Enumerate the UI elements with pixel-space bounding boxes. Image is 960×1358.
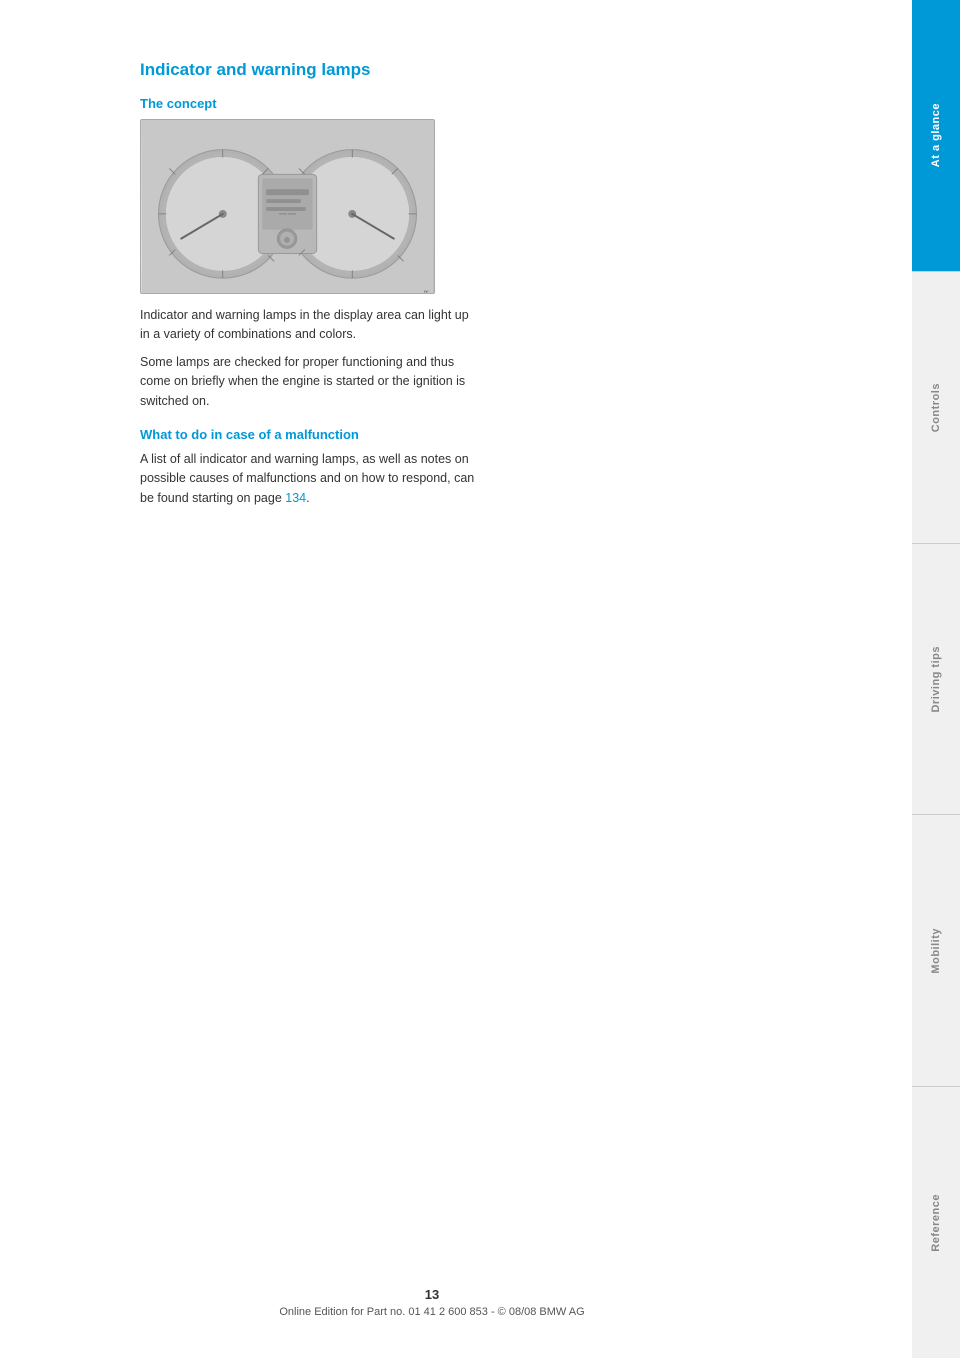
sidebar-tab-reference[interactable]: Reference <box>912 1086 960 1358</box>
sidebar-tab-controls[interactable]: Controls <box>912 271 960 543</box>
instrument-cluster-image: ⊕ <box>140 119 435 294</box>
footer: 13 Online Edition for Part no. 01 41 2 6… <box>0 1287 864 1318</box>
body-para-1: Indicator and warning lamps in the displ… <box>140 306 480 345</box>
page-134-link[interactable]: 134 <box>285 491 306 505</box>
svg-text:PIC2-L45-AR: PIC2-L45-AR <box>424 290 430 293</box>
sidebar-tab-mobility[interactable]: Mobility <box>912 814 960 1086</box>
sidebar-tab-driving-tips[interactable]: Driving tips <box>912 543 960 815</box>
body-para-3-suffix: . <box>306 491 309 505</box>
page-wrapper: Indicator and warning lamps The concept <box>0 0 960 1358</box>
concept-subtitle: The concept <box>140 96 832 111</box>
page-number: 13 <box>0 1287 864 1302</box>
malfunction-subtitle: What to do in case of a malfunction <box>140 427 832 442</box>
section-title: Indicator and warning lamps <box>140 60 832 80</box>
body-para-3: A list of all indicator and warning lamp… <box>140 450 480 508</box>
sidebar-tab-at-a-glance[interactable]: At a glance <box>912 0 960 271</box>
svg-text:⊕: ⊕ <box>284 236 291 245</box>
footer-text: Online Edition for Part no. 01 41 2 600 … <box>0 1306 864 1318</box>
sidebar-tab-label-controls: Controls <box>930 383 942 432</box>
sidebar-tab-label-driving-tips: Driving tips <box>930 646 942 713</box>
body-para-2: Some lamps are checked for proper functi… <box>140 353 480 411</box>
sidebar-tab-label-mobility: Mobility <box>930 928 942 974</box>
main-content: Indicator and warning lamps The concept <box>0 0 912 1358</box>
sidebar-tab-label-reference: Reference <box>930 1194 942 1252</box>
sidebar: At a glance Controls Driving tips Mobili… <box>912 0 960 1358</box>
sidebar-tab-label-at-a-glance: At a glance <box>930 103 942 167</box>
